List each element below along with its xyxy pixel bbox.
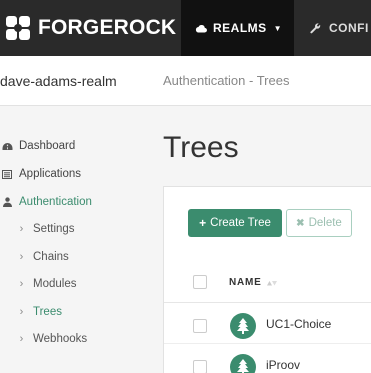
delete-label: Delete (308, 217, 342, 229)
user-icon (0, 197, 14, 207)
chevron-right-icon: › (19, 278, 24, 290)
close-icon: ✖ (296, 217, 305, 229)
sidebar-subitem-trees[interactable]: › Trees (0, 301, 62, 323)
tree-icon (230, 313, 256, 339)
caret-down-icon: ▼ (273, 23, 283, 33)
sidebar: Dashboard Applications Authentication › … (0, 107, 146, 373)
sort-icon (266, 280, 277, 286)
sidebar-subitem-label: Modules (33, 278, 77, 290)
sidebar-item-label: Dashboard (19, 140, 76, 152)
top-navbar: FORGEROCK REALMS ▼ CONFI (0, 0, 371, 56)
sidebar-item-label: Applications (19, 168, 82, 180)
realm-bar: dave-adams-realm Authentication - Trees (0, 56, 371, 106)
cloud-icon (195, 24, 207, 33)
brand-text: FORGEROCK (38, 16, 177, 39)
tree-icon (230, 354, 256, 373)
brand-logo[interactable]: FORGEROCK (0, 0, 181, 56)
table-row[interactable]: iProov (164, 345, 371, 373)
configure-label: CONFI (329, 21, 369, 35)
sidebar-subitem-label: Trees (33, 306, 62, 318)
realm-name[interactable]: dave-adams-realm (0, 73, 117, 89)
row-checkbox[interactable] (193, 319, 207, 333)
configure-menu[interactable]: CONFI (294, 0, 371, 56)
tree-name[interactable]: UC1-Choice (266, 317, 331, 331)
wrench-icon (310, 22, 321, 34)
table-header: NAME (164, 263, 371, 303)
sidebar-subitem-label: Settings (33, 223, 75, 235)
realms-menu[interactable]: REALMS ▼ (181, 0, 294, 56)
sidebar-item-label: Authentication (19, 196, 92, 208)
plus-icon: + (199, 216, 207, 230)
sidebar-item-authentication[interactable]: Authentication (0, 191, 92, 213)
trees-panel: + Create Tree ✖ Delete NAME UC1-Choice i… (163, 186, 371, 373)
select-all-checkbox[interactable] (193, 275, 207, 289)
chevron-right-icon: › (19, 333, 24, 345)
chevron-right-icon: › (19, 223, 24, 235)
sidebar-subitem-label: Chains (33, 251, 69, 263)
realms-label: REALMS (213, 21, 267, 35)
breadcrumb: Authentication - Trees (163, 73, 290, 88)
name-column-header[interactable]: NAME (229, 277, 277, 288)
sidebar-item-applications[interactable]: Applications (0, 163, 81, 185)
sidebar-subitem-chains[interactable]: › Chains (0, 246, 69, 268)
tree-name[interactable]: iProov (266, 358, 300, 372)
delete-button[interactable]: ✖ Delete (286, 209, 352, 237)
sidebar-subitem-settings[interactable]: › Settings (0, 218, 75, 240)
create-tree-label: Create Tree (210, 217, 271, 229)
name-column-label: NAME (229, 277, 262, 288)
chevron-right-icon: › (19, 306, 24, 318)
sidebar-subitem-label: Webhooks (33, 333, 88, 345)
page-title: Trees (163, 131, 239, 164)
table-row[interactable]: UC1-Choice (164, 304, 371, 344)
create-tree-button[interactable]: + Create Tree (188, 209, 282, 237)
chevron-right-icon: › (19, 251, 24, 263)
sidebar-subitem-webhooks[interactable]: › Webhooks (0, 328, 87, 350)
sidebar-item-dashboard[interactable]: Dashboard (0, 135, 75, 157)
list-icon (0, 169, 14, 179)
row-checkbox[interactable] (193, 360, 207, 373)
dashboard-icon (0, 142, 14, 151)
forgerock-logo-icon (4, 14, 32, 42)
sidebar-subitem-modules[interactable]: › Modules (0, 273, 77, 295)
